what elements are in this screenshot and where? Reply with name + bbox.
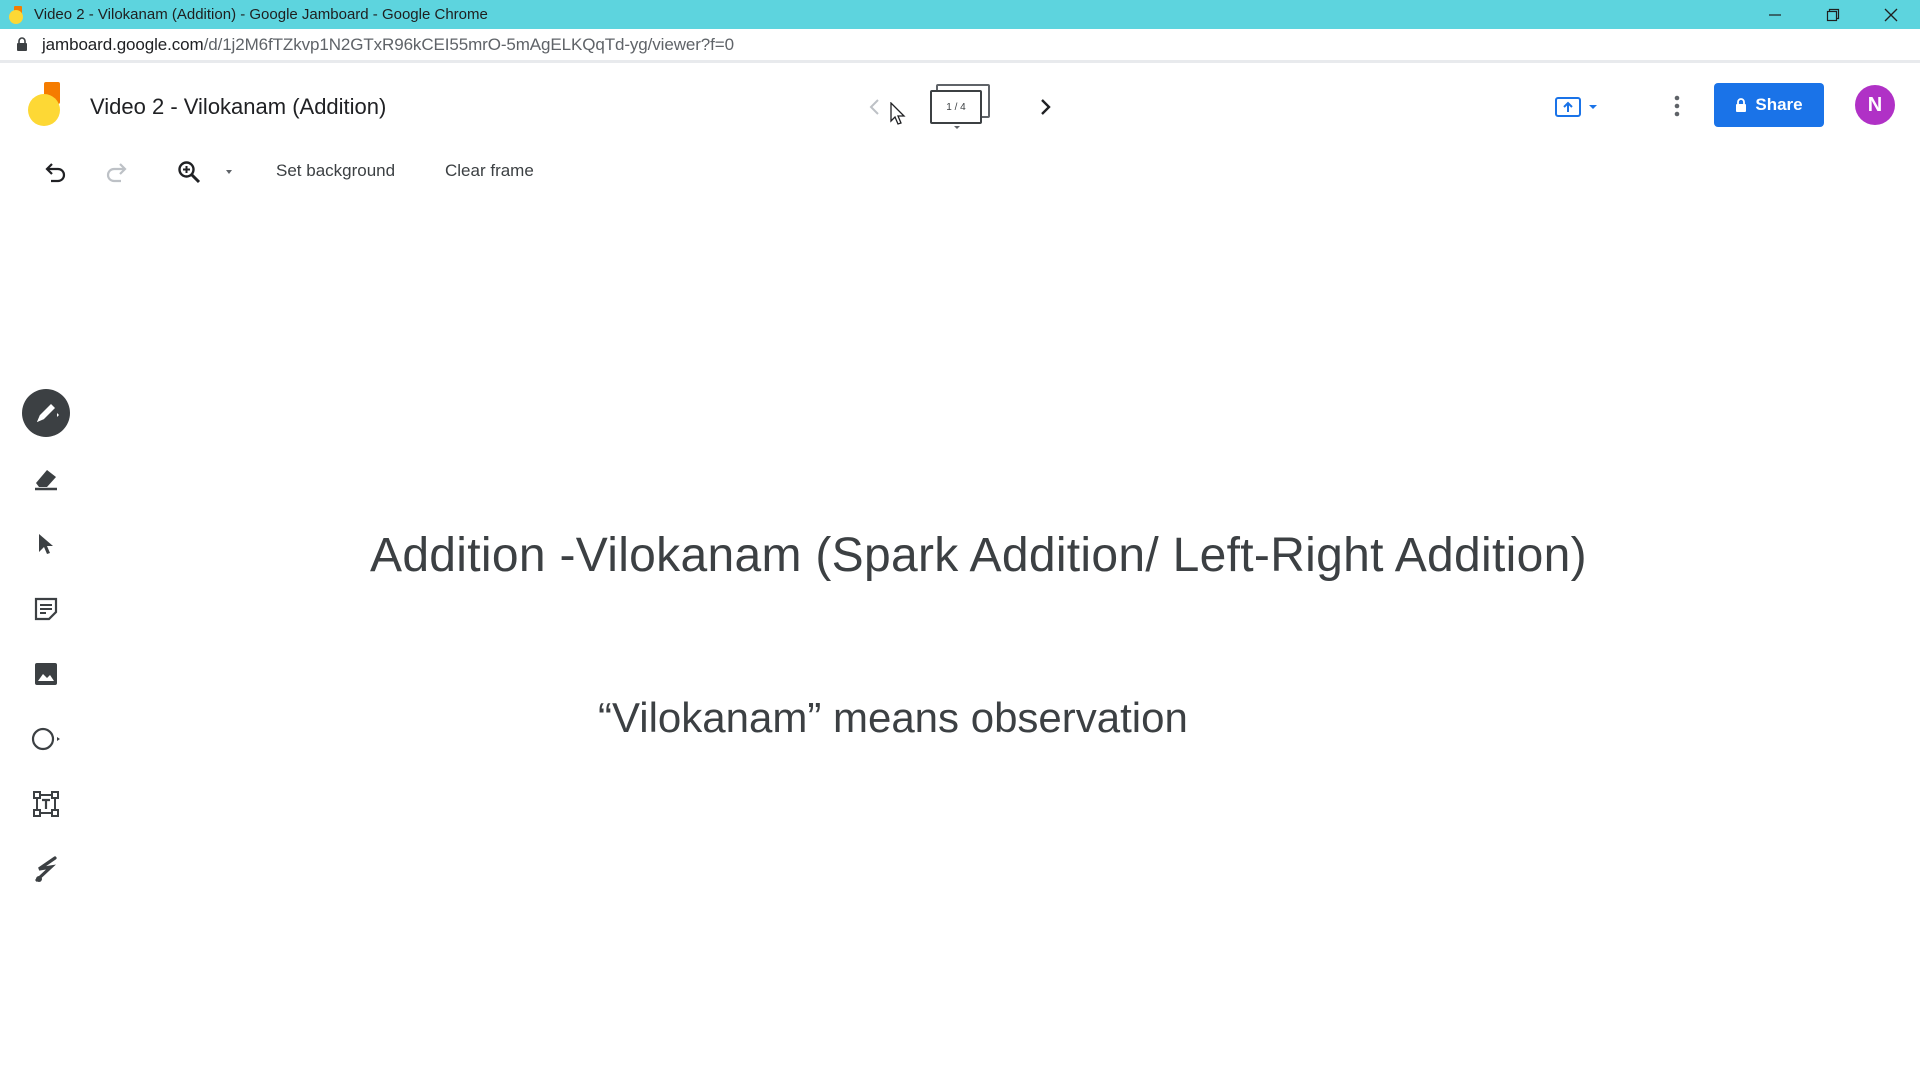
window-titlebar: Video 2 - Vilokanam (Addition) - Google … [0, 0, 1920, 29]
text-box-tool[interactable] [22, 780, 70, 828]
share-button[interactable]: Share [1714, 83, 1824, 127]
caret-down-icon [226, 170, 232, 174]
circle-icon [31, 727, 60, 751]
jamboard-logo-icon[interactable] [28, 82, 64, 128]
pen-icon [37, 404, 59, 422]
shape-tool[interactable] [22, 715, 70, 763]
set-background-button[interactable]: Set background [276, 161, 395, 181]
restore-icon[interactable] [1804, 0, 1862, 29]
eraser-icon [35, 470, 57, 491]
redo-button[interactable] [100, 156, 132, 188]
address-bar[interactable]: jamboard.google.com/d/1j2M6fTZkvp1N2GTxR… [0, 29, 1920, 63]
canvas-headline-text[interactable]: Addition -Vilokanam (Spark Addition/ Lef… [370, 528, 1587, 583]
frame-toolbar: Set background Clear frame [0, 150, 1920, 194]
image-tool[interactable] [22, 650, 70, 698]
text-box-icon [33, 791, 59, 817]
zoom-in-icon [178, 161, 201, 184]
share-label: Share [1755, 95, 1803, 114]
redo-icon [106, 163, 127, 183]
laser-icon [35, 856, 57, 882]
close-icon[interactable] [1862, 0, 1920, 29]
sticky-note-tool[interactable] [22, 585, 70, 633]
more-options-button[interactable] [1660, 88, 1694, 124]
zoom-button[interactable] [173, 156, 205, 188]
jamboard-favicon-icon [8, 5, 26, 24]
previous-frame-button[interactable] [860, 92, 890, 122]
chevron-right-icon [1041, 99, 1051, 115]
laser-tool[interactable] [22, 845, 70, 893]
app-header: Video 2 - Vilokanam (Addition) 1 / 4 Sha… [0, 66, 1920, 146]
caret-down-icon [954, 126, 960, 129]
frame-indicator: 1 / 4 [930, 90, 982, 124]
sticky-note-icon [34, 597, 58, 621]
window-controls [1746, 0, 1920, 29]
select-icon [39, 534, 53, 554]
clear-frame-button[interactable]: Clear frame [445, 161, 534, 181]
image-icon [35, 663, 57, 685]
present-icon [1555, 97, 1581, 117]
document-title[interactable]: Video 2 - Vilokanam (Addition) [90, 94, 386, 120]
frame-bar-toggle[interactable]: 1 / 4 [928, 84, 992, 130]
undo-icon [45, 163, 66, 183]
url-path: /d/1j2M6fTZkvp1N2GTxR96kCEI55mrO-5mAgELK… [203, 34, 734, 54]
pen-tool[interactable] [22, 389, 70, 437]
minimize-icon[interactable] [1746, 0, 1804, 29]
window-title: Video 2 - Vilokanam (Addition) - Google … [34, 6, 488, 23]
lock-icon [1736, 97, 1747, 112]
url-host: jamboard.google.com [42, 34, 204, 54]
more-vert-icon [1674, 95, 1680, 117]
eraser-tool[interactable] [22, 455, 70, 503]
mouse-cursor-icon [890, 102, 906, 125]
undo-button[interactable] [40, 156, 72, 188]
zoom-dropdown[interactable] [214, 156, 244, 188]
canvas-subline-text[interactable]: “Vilokanam” means observation [598, 694, 1188, 742]
caret-down-icon [1589, 105, 1597, 109]
next-frame-button[interactable] [1030, 92, 1060, 122]
lock-icon[interactable] [16, 37, 30, 53]
chevron-left-icon [869, 99, 879, 115]
account-avatar[interactable]: N [1855, 85, 1895, 125]
present-button[interactable] [1555, 90, 1611, 124]
select-tool[interactable] [22, 520, 70, 568]
url-text[interactable]: jamboard.google.com/d/1j2M6fTZkvp1N2GTxR… [42, 35, 734, 55]
